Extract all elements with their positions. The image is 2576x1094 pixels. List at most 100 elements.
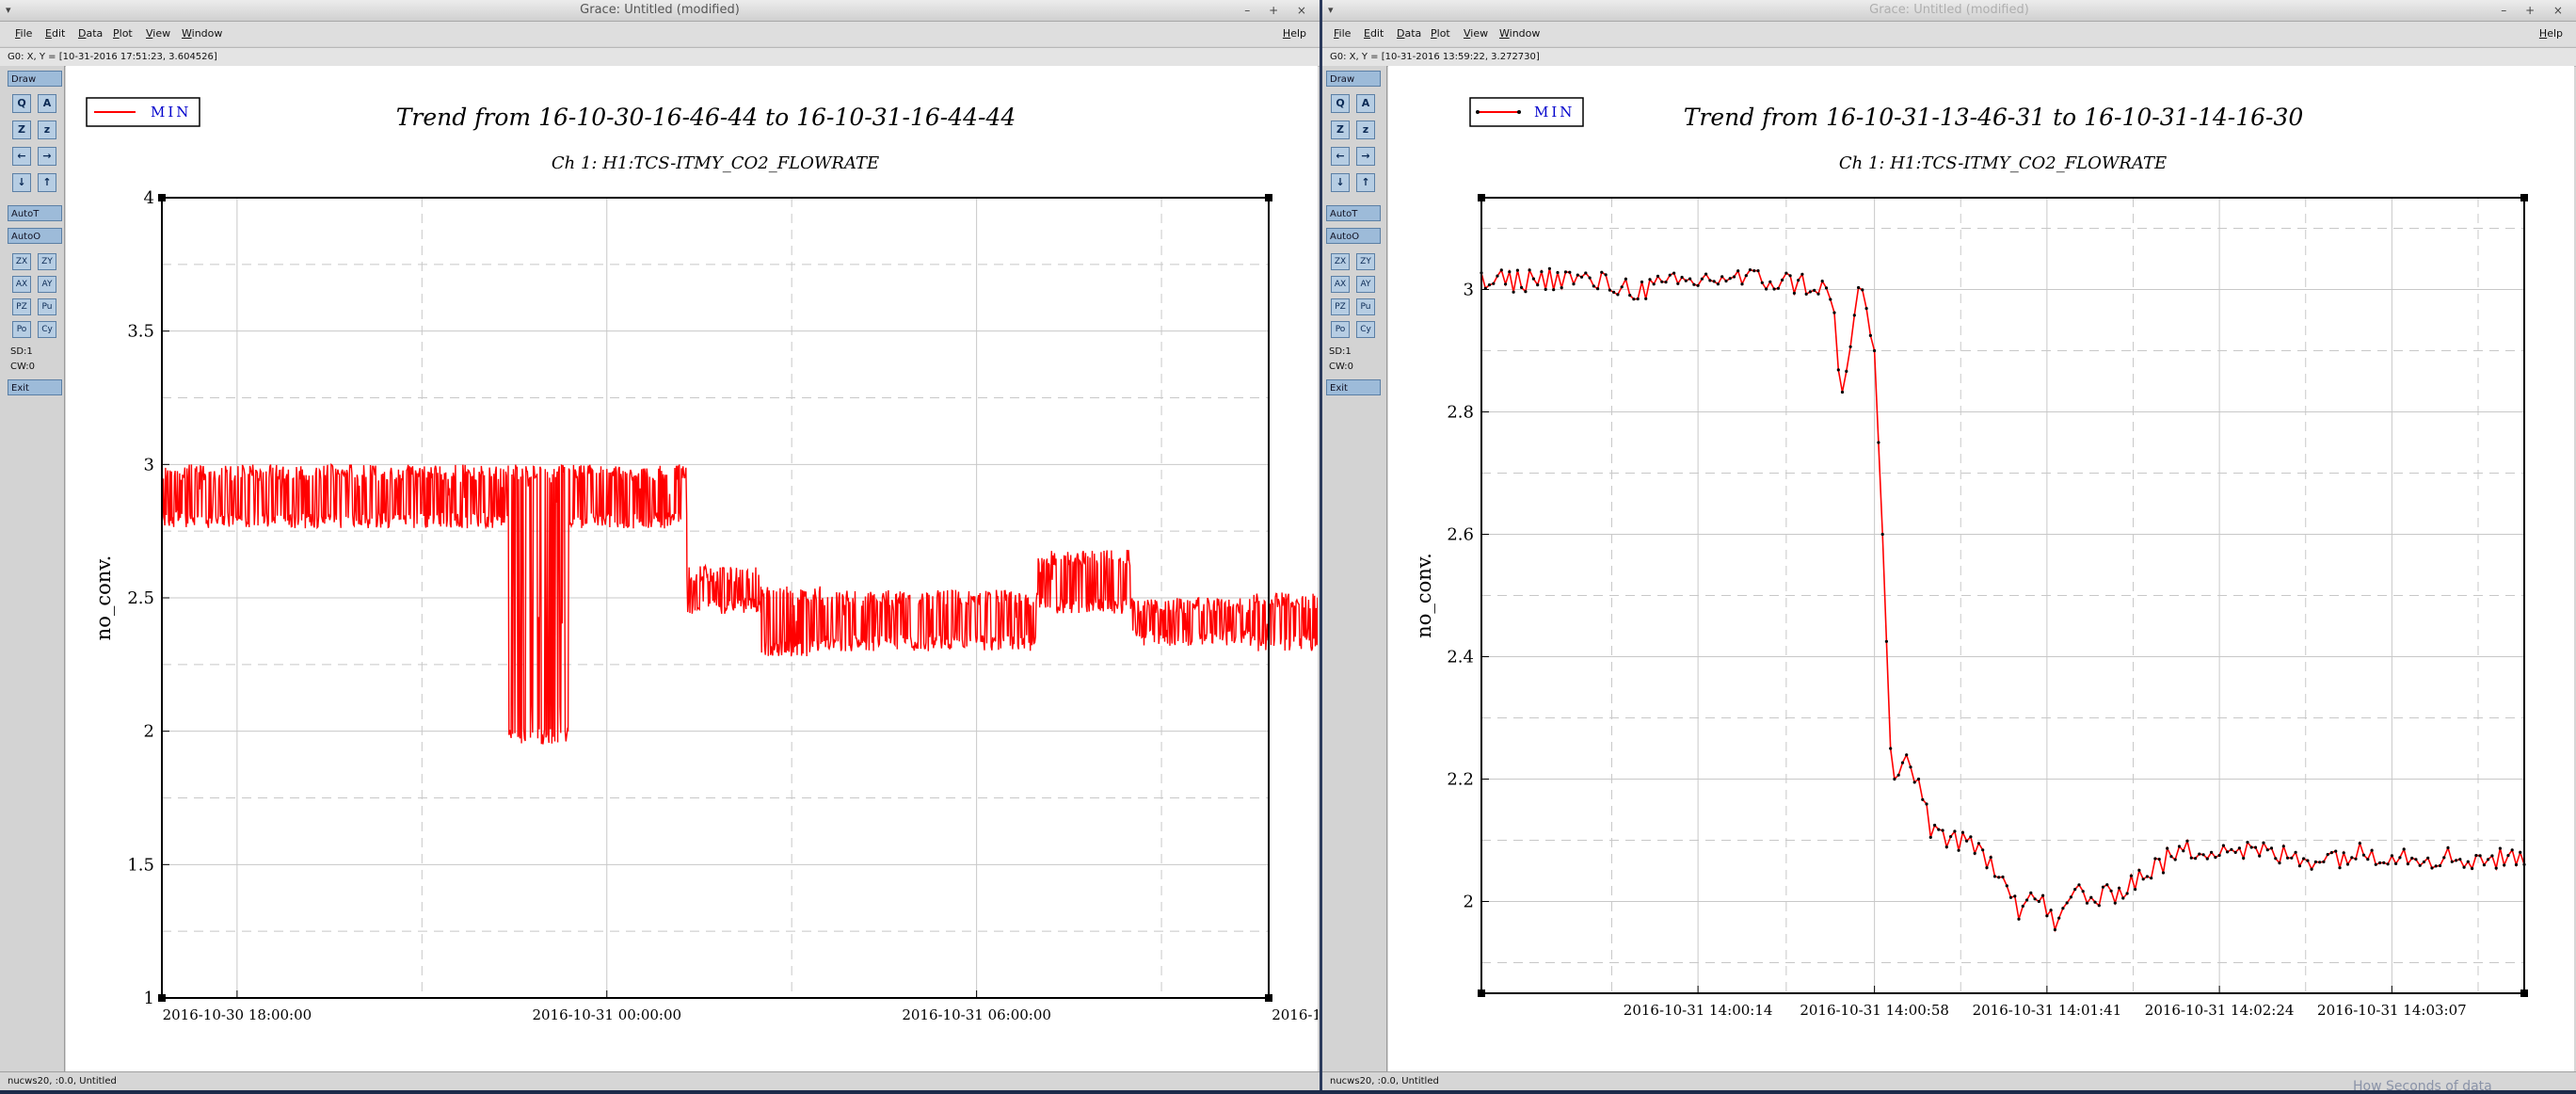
window-menu-icon[interactable]: ▾ bbox=[6, 0, 11, 21]
exit-button[interactable]: Exit bbox=[8, 379, 62, 395]
window-controls[interactable]: – + × bbox=[2501, 0, 2570, 21]
cy-button[interactable]: Cy bbox=[38, 321, 56, 338]
frame-handle bbox=[158, 194, 166, 201]
plot-canvas[interactable]: Trend from 16-10-31-13-46-31 to 16-10-31… bbox=[1388, 66, 2574, 1071]
exit-button[interactable]: Exit bbox=[1326, 379, 1381, 395]
series-point bbox=[1616, 293, 1620, 297]
menu-file[interactable]: File bbox=[1334, 27, 1351, 40]
menu-edit[interactable]: Edit bbox=[1364, 27, 1384, 40]
pz-button[interactable]: PZ bbox=[12, 298, 31, 315]
zoom-in-icon[interactable]: Z bbox=[1331, 121, 1350, 139]
series-point bbox=[1668, 273, 1672, 277]
series-point bbox=[1873, 348, 1877, 353]
series-point bbox=[2113, 901, 2117, 905]
trend-chart-left[interactable]: Trend from 16-10-30-16-46-44 to 16-10-31… bbox=[66, 66, 1320, 1071]
cy-button[interactable]: Cy bbox=[1356, 321, 1375, 338]
series-point bbox=[1864, 307, 1868, 311]
menu-data[interactable]: Data bbox=[1397, 27, 1421, 40]
series-point bbox=[1524, 290, 1528, 294]
series-point bbox=[2153, 857, 2157, 861]
series-point bbox=[2474, 854, 2478, 858]
series-point bbox=[2253, 845, 2258, 849]
menu-help[interactable]: Help bbox=[1283, 27, 1306, 40]
autoscale-icon[interactable]: A bbox=[38, 94, 56, 113]
series-point bbox=[1628, 294, 1632, 298]
scroll-right-icon[interactable]: → bbox=[1356, 147, 1375, 166]
plot-canvas[interactable]: Trend from 16-10-30-16-46-44 to 16-10-31… bbox=[66, 66, 1320, 1071]
scroll-left-icon[interactable]: ← bbox=[1331, 147, 1350, 166]
po-button[interactable]: Po bbox=[1331, 321, 1350, 338]
autoo-button[interactable]: AutoO bbox=[8, 228, 62, 244]
series-point bbox=[1781, 278, 1784, 282]
menu-file[interactable]: File bbox=[15, 27, 32, 40]
series-point bbox=[2350, 856, 2354, 860]
series-point bbox=[2358, 842, 2361, 845]
trend-chart-right[interactable]: Trend from 16-10-31-13-46-31 to 16-10-31… bbox=[1388, 66, 2574, 1071]
menu-edit[interactable]: Edit bbox=[45, 27, 65, 40]
series-point bbox=[2185, 839, 2189, 843]
series-point bbox=[2194, 857, 2198, 861]
menu-plot[interactable]: Plot bbox=[113, 27, 133, 40]
menu-view[interactable]: View bbox=[1464, 27, 1488, 40]
frame-handle bbox=[2520, 194, 2528, 201]
autoo-button[interactable]: AutoO bbox=[1326, 228, 1381, 244]
zoom-in-icon[interactable]: Z bbox=[12, 121, 31, 139]
scroll-left-icon[interactable]: ← bbox=[12, 147, 31, 166]
series-point bbox=[1483, 286, 1487, 290]
ax-button[interactable]: AX bbox=[1331, 276, 1350, 293]
series-point bbox=[1512, 290, 1515, 294]
ay-button[interactable]: AY bbox=[38, 276, 56, 293]
zoom-icon[interactable]: Q bbox=[1331, 94, 1350, 113]
ay-button[interactable]: AY bbox=[1356, 276, 1375, 293]
pu-button[interactable]: Pu bbox=[38, 298, 56, 315]
series-point bbox=[2069, 895, 2072, 899]
pz-button[interactable]: PZ bbox=[1331, 298, 1350, 315]
scroll-up-icon[interactable]: ↑ bbox=[38, 173, 56, 192]
series-point bbox=[2233, 850, 2237, 855]
window-controls[interactable]: – + × bbox=[1244, 0, 1314, 21]
scroll-down-icon[interactable]: ↓ bbox=[1331, 173, 1350, 192]
zoom-out-icon[interactable]: z bbox=[1356, 121, 1375, 139]
autoscale-icon[interactable]: A bbox=[1356, 94, 1375, 113]
series-point bbox=[2089, 895, 2093, 899]
window-titlebar[interactable]: ▾ Grace: Untitled (modified) – + × bbox=[0, 0, 1320, 22]
scroll-right-icon[interactable]: → bbox=[38, 147, 56, 166]
window-menu-icon[interactable]: ▾ bbox=[1328, 0, 1334, 21]
sd-label: SD:1 bbox=[1329, 346, 1352, 357]
autot-button[interactable]: AutoT bbox=[1326, 205, 1381, 221]
scroll-down-icon[interactable]: ↓ bbox=[12, 173, 31, 192]
menu-view[interactable]: View bbox=[146, 27, 170, 40]
draw-button[interactable]: Draw bbox=[1326, 71, 1381, 87]
series-point bbox=[1941, 829, 1944, 832]
menu-plot[interactable]: Plot bbox=[1431, 27, 1450, 40]
x-tick-label: 2016-10-31 14:03:07 bbox=[2317, 1002, 2467, 1019]
series-point bbox=[2041, 893, 2045, 897]
series-point bbox=[1921, 797, 1925, 801]
pu-button[interactable]: Pu bbox=[1356, 298, 1375, 315]
zoom-icon[interactable]: Q bbox=[12, 94, 31, 113]
frame-handle bbox=[2520, 989, 2528, 997]
window-titlebar[interactable]: ▾ Grace: Untitled (modified) – + × bbox=[1322, 0, 2576, 22]
scroll-up-icon[interactable]: ↑ bbox=[1356, 173, 1375, 192]
zoom-out-icon[interactable]: z bbox=[38, 121, 56, 139]
series-point bbox=[2129, 874, 2133, 877]
menu-help[interactable]: Help bbox=[2539, 27, 2563, 40]
po-button[interactable]: Po bbox=[12, 321, 31, 338]
menu-window[interactable]: Window bbox=[1499, 27, 1540, 40]
x-tick-label: 2016-10-31 00:00:00 bbox=[532, 1006, 681, 1023]
autot-button[interactable]: AutoT bbox=[8, 205, 62, 221]
menu-window[interactable]: Window bbox=[182, 27, 222, 40]
zx-button[interactable]: ZX bbox=[1331, 253, 1350, 270]
draw-button[interactable]: Draw bbox=[8, 71, 62, 87]
zx-button[interactable]: ZX bbox=[12, 253, 31, 270]
zy-button[interactable]: ZY bbox=[1356, 253, 1375, 270]
series-point bbox=[2033, 897, 2037, 901]
series-point bbox=[1588, 276, 1592, 280]
ax-button[interactable]: AX bbox=[12, 276, 31, 293]
series-point bbox=[2338, 866, 2342, 870]
zy-button[interactable]: ZY bbox=[38, 253, 56, 270]
menu-data[interactable]: Data bbox=[78, 27, 103, 40]
series-point bbox=[2370, 848, 2374, 852]
series-point bbox=[2021, 904, 2024, 909]
frame-handle bbox=[1265, 194, 1272, 201]
